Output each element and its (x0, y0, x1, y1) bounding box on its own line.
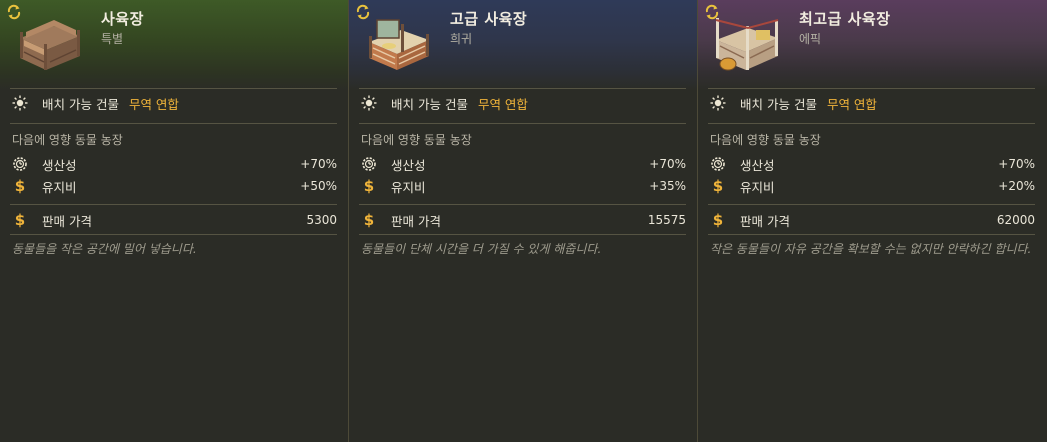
divider (10, 234, 337, 235)
card-rarity: 에픽 (799, 32, 822, 46)
affect-label: 다음에 영향 동물 농장 (361, 133, 472, 147)
dollar-icon: $ (14, 177, 26, 195)
price-label: 판매 가격 (42, 213, 92, 229)
dollar-icon: $ (712, 211, 724, 229)
upkeep-value: +20% (998, 179, 1035, 193)
divider (708, 123, 1035, 124)
animal-pen-icon (20, 20, 80, 70)
productivity-value: +70% (998, 157, 1035, 171)
upkeep-row: $ 유지비 +20% (710, 177, 1035, 195)
upkeep-label: 유지비 (42, 179, 77, 195)
divider (10, 88, 337, 89)
item-cards: 사육장 특별 배치 가능 건물 무역 연합 다음에 영향 동물 농장 생산성 +… (0, 0, 1047, 442)
price-value: 15575 (647, 213, 686, 227)
card-description: 동물들을 작은 공간에 밀어 넣습니다. (12, 242, 197, 256)
divider (708, 204, 1035, 205)
upkeep-row: $ 유지비 +35% (361, 177, 686, 195)
divider (708, 234, 1035, 235)
divider (359, 234, 686, 235)
divider (708, 88, 1035, 89)
placement-label: 배치 가능 건물 (42, 96, 119, 112)
placement-row: 배치 가능 건물 무역 연합 (12, 94, 337, 112)
gear-clock-icon (711, 157, 725, 171)
dollar-icon: $ (14, 211, 26, 229)
animal-pen-icon (369, 19, 429, 70)
divider (359, 123, 686, 124)
card-description: 작은 동물들이 자유 공간을 확보할 수는 없지만 안락하긴 합니다. (710, 242, 1032, 256)
animal-pen-icon (715, 18, 779, 71)
divider (359, 88, 686, 89)
placement-row: 배치 가능 건물 무역 연합 (361, 94, 686, 112)
price-row: $ 판매 가격 62000 (710, 211, 1035, 229)
placement-label: 배치 가능 건물 (740, 96, 817, 112)
card-title: 최고급 사육장 (799, 10, 891, 28)
placement-value[interactable]: 무역 연합 (478, 94, 528, 113)
price-row: $ 판매 가격 15575 (361, 211, 686, 229)
productivity-label: 생산성 (42, 157, 77, 173)
productivity-value: +70% (649, 157, 686, 171)
card-rarity: 희귀 (450, 32, 473, 46)
productivity-label: 생산성 (740, 157, 775, 173)
dollar-icon: $ (363, 177, 375, 195)
productivity-row: 생산성 +70% (361, 155, 686, 173)
card-rarity: 특별 (101, 32, 124, 46)
sun-icon (710, 95, 726, 111)
upkeep-label: 유지비 (740, 179, 775, 195)
dollar-icon: $ (363, 211, 375, 229)
productivity-row: 생산성 +70% (12, 155, 337, 173)
price-row: $ 판매 가격 5300 (12, 211, 337, 229)
productivity-row: 생산성 +70% (710, 155, 1035, 173)
placement-row: 배치 가능 건물 무역 연합 (710, 94, 1035, 112)
sun-icon (12, 95, 28, 111)
affect-label: 다음에 영향 동물 농장 (710, 133, 821, 147)
price-label: 판매 가격 (740, 213, 790, 229)
placement-value[interactable]: 무역 연합 (827, 94, 877, 113)
sun-icon (361, 95, 377, 111)
divider (10, 123, 337, 124)
dollar-icon: $ (712, 177, 724, 195)
item-card-premium-pen[interactable]: 최고급 사육장 에픽 배치 가능 건물 무역 연합 다음에 영향 동물 농장 생… (698, 0, 1047, 442)
upkeep-value: +50% (300, 179, 337, 193)
card-title: 고급 사육장 (450, 10, 528, 28)
divider (10, 204, 337, 205)
placement-value[interactable]: 무역 연합 (129, 94, 179, 113)
divider (359, 204, 686, 205)
productivity-value: +70% (300, 157, 337, 171)
productivity-label: 생산성 (391, 157, 426, 173)
item-card-advanced-pen[interactable]: 고급 사육장 희귀 배치 가능 건물 무역 연합 다음에 영향 동물 농장 생산… (349, 0, 698, 442)
upkeep-label: 유지비 (391, 179, 426, 195)
price-value: 62000 (996, 213, 1035, 227)
upkeep-value: +35% (649, 179, 686, 193)
gear-clock-icon (13, 157, 27, 171)
gear-clock-icon (362, 157, 376, 171)
card-title: 사육장 (101, 10, 144, 28)
item-card-pen[interactable]: 사육장 특별 배치 가능 건물 무역 연합 다음에 영향 동물 농장 생산성 +… (0, 0, 349, 442)
upkeep-row: $ 유지비 +50% (12, 177, 337, 195)
placement-label: 배치 가능 건물 (391, 96, 468, 112)
affect-label: 다음에 영향 동물 농장 (12, 133, 123, 147)
price-label: 판매 가격 (391, 213, 441, 229)
price-value: 5300 (306, 213, 337, 227)
card-description: 동물들이 단체 시간을 더 가질 수 있게 해줍니다. (361, 242, 602, 256)
